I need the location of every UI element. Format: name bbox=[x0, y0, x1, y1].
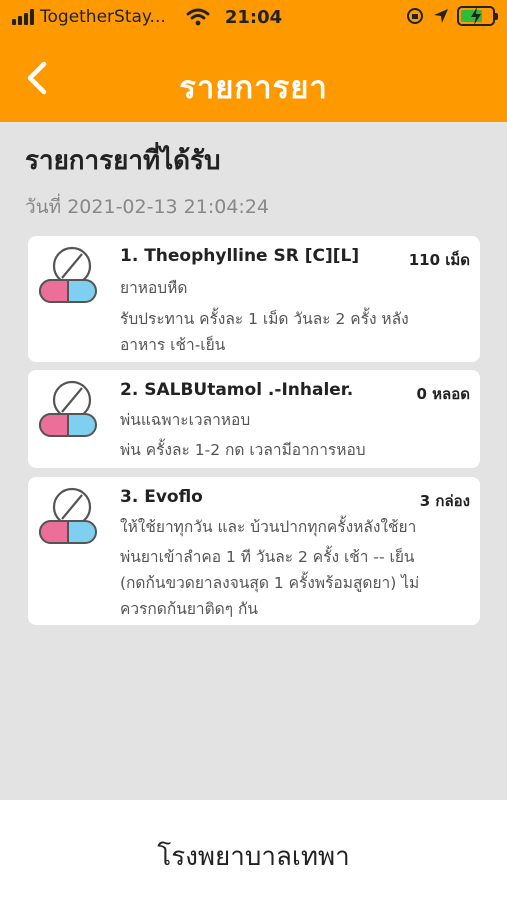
medication-type: ยาหอบหืด bbox=[120, 279, 188, 297]
medication-instruction: ควรกดก้นยาติดๆ กัน bbox=[120, 600, 258, 618]
medication-quantity: 110 เม็ด bbox=[408, 251, 470, 269]
medication-name: 1. Theophylline SR [C][L] bbox=[120, 246, 360, 266]
medication-instruction: พ่นยาเข้าลำคอ 1 ที วันละ 2 ครั้ง เช้า --… bbox=[120, 548, 415, 566]
medication-instruction: พ่น ครั้งละ 1-2 กด เวลามีอาการหอบ bbox=[120, 441, 366, 459]
medication-quantity: 3 กล่อง bbox=[419, 492, 470, 510]
battery-icon bbox=[457, 6, 498, 26]
pill-icon bbox=[39, 380, 97, 437]
nav-bar: รายการยา bbox=[0, 36, 507, 122]
medication-instruction: อาหาร เช้า-เย็น bbox=[120, 336, 226, 354]
page-title: รายการยา bbox=[179, 70, 328, 106]
medication-type: พ่นแฉพาะเวลาหอบ bbox=[120, 411, 251, 429]
medication-instruction: (กดก้นขวดยาลงจนสุด 1 ครั้งพร้อมสูดยา) ไม… bbox=[120, 574, 420, 592]
medication-list-content: รายการยาที่ได้รับ วันที่ 2021-02-13 21:0… bbox=[0, 122, 507, 800]
pill-icon bbox=[39, 487, 97, 544]
medication-card[interactable]: 1. Theophylline SR [C][L] 110 เม็ด ยาหอบ… bbox=[28, 236, 480, 362]
footer: โรงพยาบาลเทพา bbox=[0, 800, 507, 900]
status-bar: TogetherStay... 21:04 bbox=[0, 0, 507, 36]
section-heading: รายการยาที่ได้รับ bbox=[25, 146, 221, 176]
medication-type: ให้ใช้ยาทุกวัน และ บ้วนปากทุกครั้งหลังใช… bbox=[120, 518, 417, 536]
medication-instruction: รับประทาน ครั้งละ 1 เม็ด วันละ 2 ครั้ง ห… bbox=[120, 310, 409, 328]
dispense-date: วันที่ 2021-02-13 21:04:24 bbox=[25, 196, 270, 218]
medication-name: 2. SALBUtamol .-Inhaler. bbox=[120, 380, 354, 400]
pill-icon bbox=[39, 246, 97, 303]
medication-name: 3. Evoflo bbox=[120, 487, 203, 507]
medication-card[interactable]: 3. Evoflo 3 กล่อง ให้ใช้ยาทุกวัน และ บ้ว… bbox=[28, 477, 480, 625]
hospital-name: โรงพยาบาลเทพา bbox=[157, 842, 350, 872]
medication-card[interactable]: 2. SALBUtamol .-Inhaler. 0 หลอด พ่นแฉพาะ… bbox=[28, 370, 480, 468]
medication-quantity: 0 หลอด bbox=[416, 385, 471, 403]
orientation-lock-icon bbox=[407, 8, 423, 24]
location-icon bbox=[434, 9, 448, 23]
